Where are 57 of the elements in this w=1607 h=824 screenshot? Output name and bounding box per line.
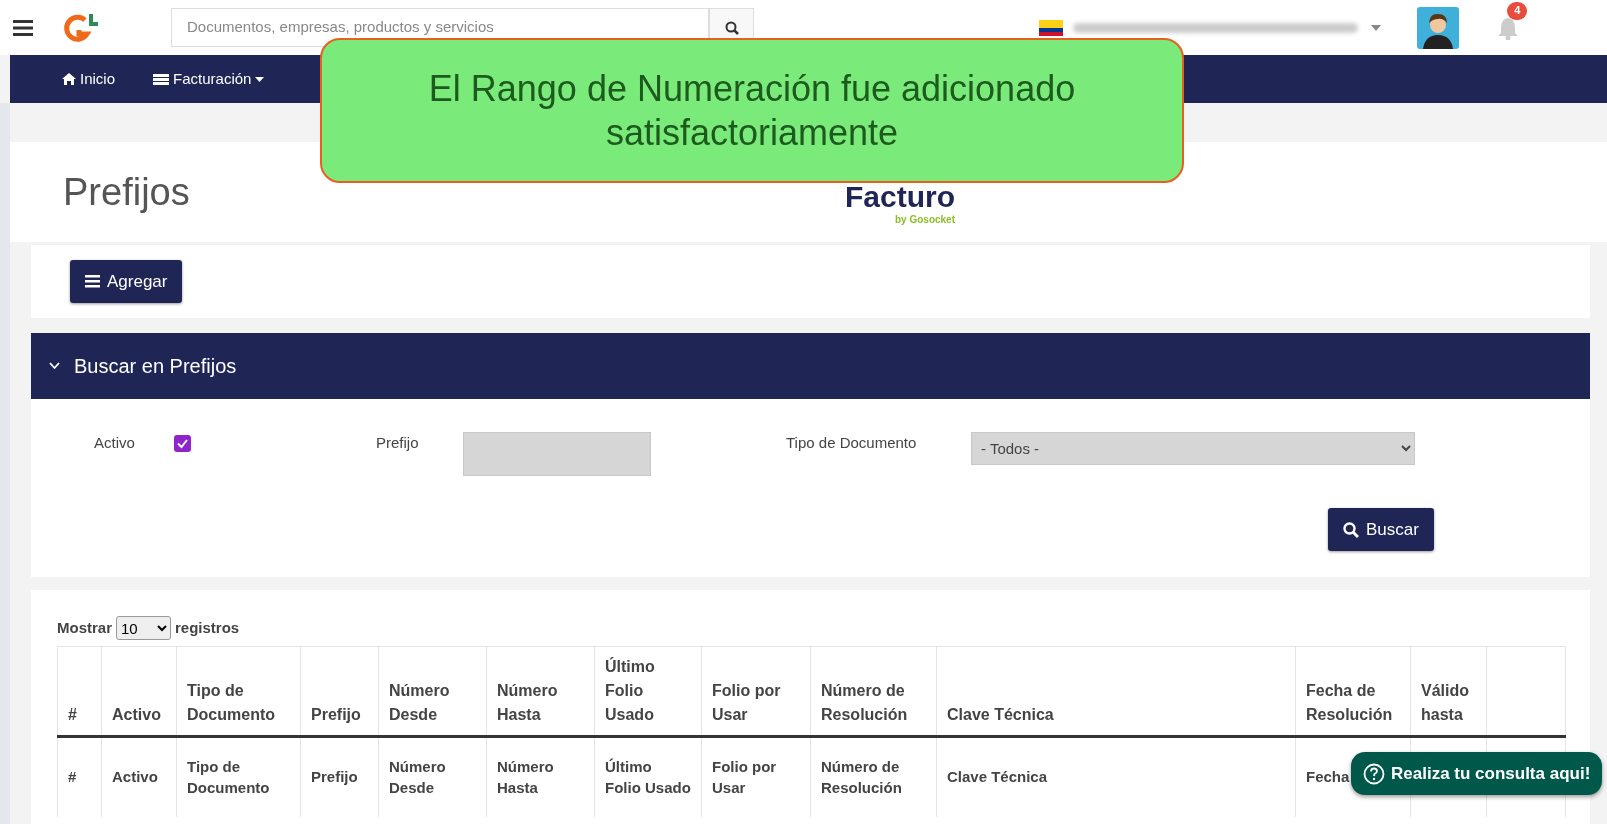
list-icon (85, 275, 100, 288)
avatar-icon[interactable] (1417, 6, 1459, 49)
column-header[interactable]: Último Folio Usado (594, 646, 702, 737)
help-icon (1363, 762, 1385, 785)
footer-cell: # (57, 736, 102, 817)
flag-icon (1039, 19, 1063, 36)
column-header[interactable]: Tipo de Documento (176, 646, 301, 737)
search-button[interactable]: Buscar (1328, 508, 1434, 551)
field-label: Prefijo (376, 433, 419, 453)
text-field[interactable] (463, 432, 651, 476)
footer-cell: Folio por Usar (701, 736, 811, 817)
column-header[interactable]: Número Hasta (486, 646, 595, 737)
dropdown-field[interactable]: - Todos - (971, 432, 1415, 465)
column-header[interactable]: Número de Resolución (810, 646, 937, 737)
column-header[interactable]: Folio por Usar (701, 646, 811, 737)
nav-link[interactable]: Inicio (62, 67, 116, 91)
footer-cell: Último Folio Usado (594, 736, 702, 817)
column-header[interactable]: Número Desde (378, 646, 487, 737)
footer-cell: Activo (101, 736, 177, 817)
logo-text: Facturo (845, 182, 955, 212)
field-label: Tipo de Documento (786, 433, 917, 453)
home-icon (62, 73, 76, 85)
footer-cell: Número de Resolución (810, 736, 937, 817)
logo-icon (63, 11, 99, 44)
nav-link[interactable]: Facturación (153, 67, 265, 91)
page-size-select[interactable]: 10 (116, 616, 171, 640)
chevron-down-icon (49, 362, 60, 370)
notification-count: 4 (1507, 1, 1528, 21)
footer-cell: Número Hasta (486, 736, 595, 817)
add-button[interactable]: Agregar (70, 260, 183, 303)
caret-icon[interactable] (1371, 24, 1381, 31)
length-label: Mostrar (57, 617, 112, 638)
page-title: Prefijos (63, 169, 190, 215)
length-label: registros (175, 617, 240, 638)
logo-tagline: by Gosocket (894, 213, 955, 227)
list-icon (153, 73, 170, 85)
checkbox[interactable] (174, 435, 191, 452)
column-header[interactable]: Activo (101, 646, 177, 737)
search-icon (1343, 521, 1359, 538)
panel-title: Buscar en Prefijos (74, 354, 237, 379)
footer-cell: Prefijo (300, 736, 379, 817)
column-header[interactable]: # (57, 646, 102, 737)
bell-icon[interactable] (1497, 15, 1519, 40)
help-button[interactable]: Realiza tu consulta aqui! (1351, 752, 1603, 795)
panel-header[interactable]: Buscar en Prefijos (31, 333, 1590, 399)
footer-cell: Número Desde (378, 736, 487, 817)
search-icon (724, 20, 739, 35)
footer-cell: Clave Técnica (936, 736, 1296, 817)
checkbox-label: Activo (94, 433, 135, 453)
caret-icon (255, 76, 265, 82)
column-header[interactable]: Prefijo (300, 646, 379, 737)
column-header[interactable]: Fecha de Resolución (1295, 646, 1411, 737)
column-header[interactable]: Clave Técnica (936, 646, 1296, 737)
column-header[interactable]: Válido hasta (1410, 646, 1487, 737)
footer-cell: Tipo de Documento (176, 736, 301, 817)
menu-icon[interactable] (13, 19, 33, 36)
success-toast: El Rango de Numeración fue adicionado satisfactoriamente (320, 38, 1184, 183)
